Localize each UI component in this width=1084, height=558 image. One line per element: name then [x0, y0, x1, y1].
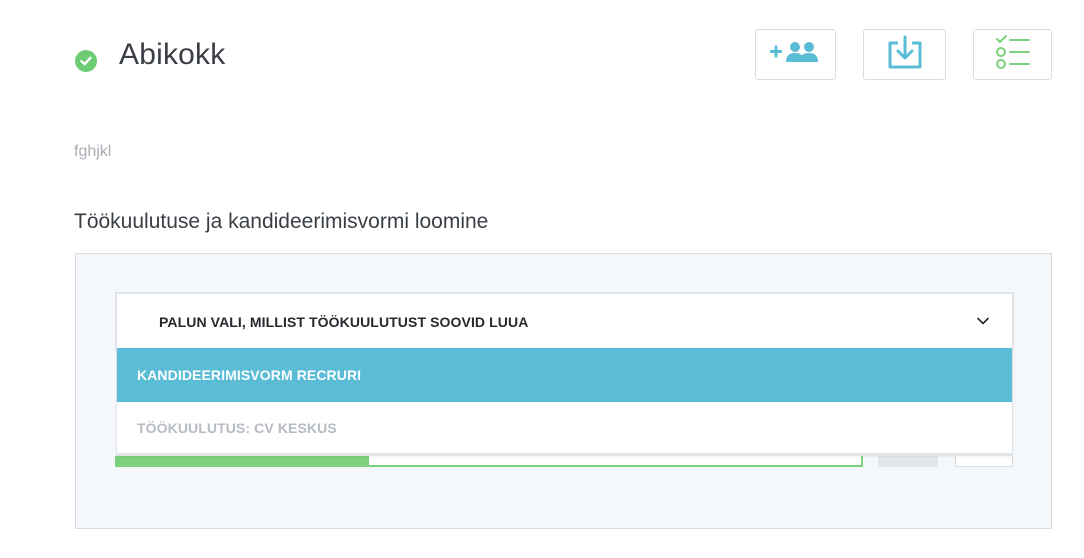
- download-button[interactable]: [863, 29, 946, 80]
- add-users-icon: [769, 39, 823, 70]
- page: Abikokk fghjkl Töökuulutuse ja kandideer…: [0, 0, 1084, 558]
- option-tookuulutus-cv-keskus[interactable]: TÖÖKUULUTUS: CV KESKUS: [117, 402, 1012, 455]
- description-text: fghjkl: [74, 143, 112, 160]
- page-title: Abikokk: [119, 38, 226, 71]
- secondary-button[interactable]: [878, 456, 938, 467]
- tertiary-button[interactable]: [955, 456, 1013, 467]
- download-icon: [886, 33, 924, 76]
- add-users-button[interactable]: [755, 29, 836, 80]
- template-select[interactable]: PALUN VALI, MILLIST TÖÖKUULUTUST SOOVID …: [115, 292, 1014, 350]
- section-title: Töökuulutuse ja kandideerimisvormi loomi…: [74, 210, 489, 233]
- option-kandideerimisvorm-recruri[interactable]: KANDIDEERIMISVORM RECRURI: [117, 348, 1012, 402]
- chevron-down-icon: [976, 314, 990, 328]
- checklist-button[interactable]: [973, 29, 1052, 80]
- checklist-icon: [995, 34, 1031, 75]
- select-placeholder: PALUN VALI, MILLIST TÖÖKUULUTUST SOOVID …: [159, 314, 529, 330]
- check-circle-icon: [75, 50, 97, 72]
- progress-fill: [115, 456, 369, 467]
- dropdown-options: KANDIDEERIMISVORM RECRURI TÖÖKUULUTUS: C…: [116, 348, 1013, 456]
